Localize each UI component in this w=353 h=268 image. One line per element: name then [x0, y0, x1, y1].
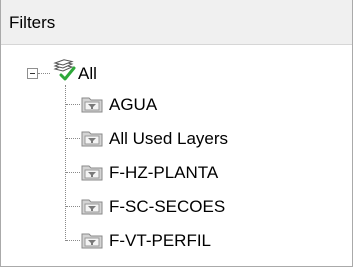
- tree-connector: [66, 138, 80, 139]
- tree-item-label: F-SC-SECOES: [109, 197, 226, 216]
- tree-item-label: F-HZ-PLANTA: [109, 163, 219, 182]
- filters-panel: Filters All AGUA All Used Layers F-HZ-PL…: [0, 0, 353, 267]
- collapse-toggle[interactable]: [27, 68, 38, 79]
- filter-folder-icon: [81, 97, 103, 113]
- layers-check-icon: [53, 59, 76, 81]
- tree-connector: [38, 73, 50, 74]
- panel-title: Filters: [9, 13, 56, 32]
- tree-item-label: All Used Layers: [109, 129, 229, 148]
- filter-folder-icon: [81, 165, 103, 181]
- tree-node-root-label: All: [78, 64, 97, 83]
- tree-connector: [65, 85, 66, 241]
- tree-connector: [66, 104, 80, 105]
- tree-item-label: AGUA: [109, 95, 158, 114]
- panel-header: Filters: [1, 0, 352, 45]
- filter-folder-icon: [81, 233, 103, 249]
- tree-item-label: F-VT-PERFIL: [109, 231, 212, 250]
- filter-folder-icon: [81, 131, 103, 147]
- tree-connector: [66, 172, 80, 173]
- tree-connector: [66, 240, 80, 241]
- filter-tree[interactable]: All AGUA All Used Layers F-HZ-PLANTA F-S…: [1, 45, 352, 266]
- tree-connector: [66, 206, 80, 207]
- filter-folder-icon: [81, 199, 103, 215]
